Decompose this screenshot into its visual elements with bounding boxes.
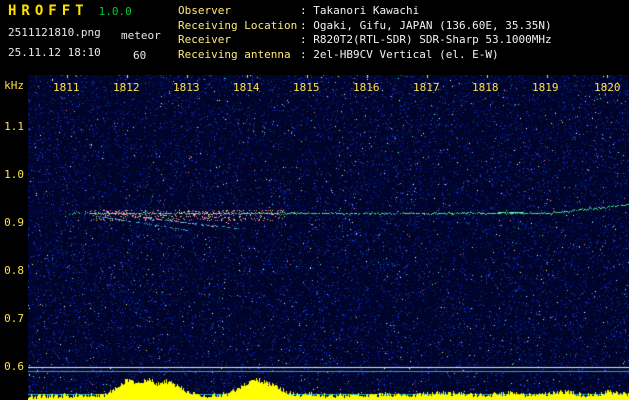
duration-label: 60	[133, 49, 146, 62]
info-label: Receiving antenna	[178, 48, 300, 63]
info-value: : Ogaki, Gifu, JAPAN (136.60E, 35.35N)	[300, 19, 552, 34]
freq-tick-label: 0.9	[4, 216, 24, 229]
info-row-observer: Observer : Takanori Kawachi	[178, 4, 552, 19]
freq-tick-label: 0.8	[4, 264, 24, 277]
freq-tick-label: 1.0	[4, 168, 24, 181]
freq-tick-label: 0.6	[4, 360, 24, 373]
spectrogram-panel: kHz 1.1 1.0 0.9 0.8 0.7 0.6 1811 1812 18…	[0, 75, 629, 400]
app-title: HROFFT	[8, 3, 89, 19]
info-value: : 2el-HB9CV Vertical (el. E-W)	[300, 48, 499, 63]
header: HROFFT 1.0.0 2511121810.png meteor 25.11…	[0, 0, 629, 75]
hrofft-screenshot: HROFFT 1.0.0 2511121810.png meteor 25.11…	[0, 0, 629, 400]
output-filename: 2511121810.png	[8, 26, 101, 39]
info-value: : Takanori Kawachi	[300, 4, 419, 19]
info-row-receiver: Receiver : R820T2(RTL-SDR) SDR-Sharp 53.…	[178, 33, 552, 48]
info-label: Receiving Location	[178, 19, 300, 34]
app-version: 1.0.0	[99, 5, 132, 18]
info-value: : R820T2(RTL-SDR) SDR-Sharp 53.1000MHz	[300, 33, 552, 48]
datetime-label: 25.11.12 18:10	[8, 46, 101, 59]
info-row-location: Receiving Location : Ogaki, Gifu, JAPAN …	[178, 19, 552, 34]
freq-unit-label: kHz	[4, 79, 24, 92]
spectrogram-canvas	[28, 75, 629, 400]
info-row-antenna: Receiving antenna : 2el-HB9CV Vertical (…	[178, 48, 552, 63]
info-label: Observer	[178, 4, 300, 19]
frequency-axis: kHz 1.1 1.0 0.9 0.8 0.7 0.6	[0, 75, 28, 400]
freq-tick-label: 1.1	[4, 120, 24, 133]
app-title-row: HROFFT 1.0.0	[8, 3, 132, 19]
station-info: Observer : Takanori Kawachi Receiving Lo…	[178, 4, 552, 62]
mode-label: meteor	[121, 29, 161, 42]
freq-tick-label: 0.7	[4, 312, 24, 325]
info-label: Receiver	[178, 33, 300, 48]
